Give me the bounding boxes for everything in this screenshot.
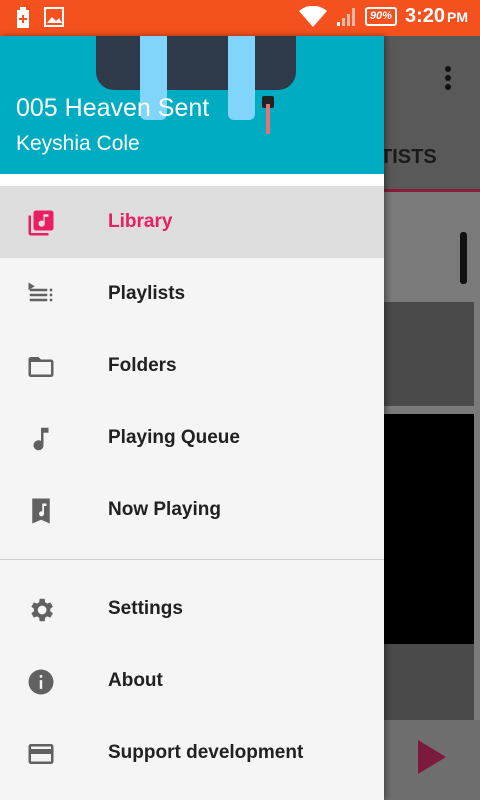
nav-item-playlists[interactable]: Playlists	[0, 258, 384, 330]
music-note-icon	[33, 427, 49, 451]
drawer-header[interactable]: 005 Heaven Sent Keyshia Cole	[0, 36, 384, 174]
music-bookmark-icon	[32, 498, 50, 524]
now-playing-artist: Keyshia Cole	[16, 132, 140, 155]
tab-indicator	[384, 189, 480, 192]
library-music-icon	[28, 210, 54, 236]
nav-item-label: About	[108, 670, 163, 691]
menu-divider	[0, 559, 384, 560]
nav-item-label: Playing Queue	[108, 427, 240, 448]
header-divider	[0, 174, 384, 186]
nav-item-label: Support development	[108, 742, 304, 763]
clock: 3:20 PM	[404, 5, 468, 27]
nav-item-settings[interactable]: Settings	[0, 573, 384, 645]
nav-item-library[interactable]: Library	[0, 186, 384, 258]
album-card[interactable]	[384, 302, 474, 406]
nav-item-label: Playlists	[108, 283, 186, 304]
wifi-icon	[298, 5, 327, 27]
credit-card-icon	[28, 744, 54, 764]
scrollbar[interactable]	[460, 232, 467, 284]
album-card-artwork[interactable]	[384, 414, 474, 644]
navigation-drawer: 005 Heaven Sent Keyshia Cole Library Pla…	[0, 36, 384, 800]
play-icon[interactable]	[418, 740, 446, 774]
battery-saver-icon	[17, 7, 29, 28]
headphones-cup-right	[228, 36, 255, 120]
nav-item-label: Library	[108, 211, 173, 232]
overflow-menu-icon[interactable]	[438, 66, 458, 93]
drawer-menu: Library Playlists Folders Playing Queue …	[0, 186, 384, 789]
nav-item-playing-queue[interactable]: Playing Queue	[0, 402, 384, 474]
playlist-icon	[28, 282, 53, 302]
signal-icon	[336, 7, 355, 26]
nav-item-now-playing[interactable]: Now Playing	[0, 474, 384, 546]
nav-item-label: Folders	[108, 355, 177, 376]
folder-icon	[28, 357, 54, 377]
nav-item-label: Now Playing	[108, 499, 221, 520]
image-notification-icon	[44, 7, 64, 27]
tab-artists[interactable]: TISTS	[380, 146, 437, 169]
settings-gear-icon	[31, 598, 53, 622]
now-playing-title: 005 Heaven Sent	[16, 94, 210, 122]
status-bar: 90% 3:20 PM	[0, 0, 480, 36]
headphones-cable	[266, 104, 270, 134]
info-icon	[28, 669, 54, 695]
nav-item-label: Settings	[108, 598, 183, 619]
album-card[interactable]	[384, 644, 474, 720]
nav-item-folders[interactable]: Folders	[0, 330, 384, 402]
headphones-art	[96, 36, 296, 90]
nav-item-about[interactable]: About	[0, 645, 384, 717]
battery-indicator: 90%	[364, 7, 397, 26]
nav-item-support-development[interactable]: Support development	[0, 717, 384, 789]
